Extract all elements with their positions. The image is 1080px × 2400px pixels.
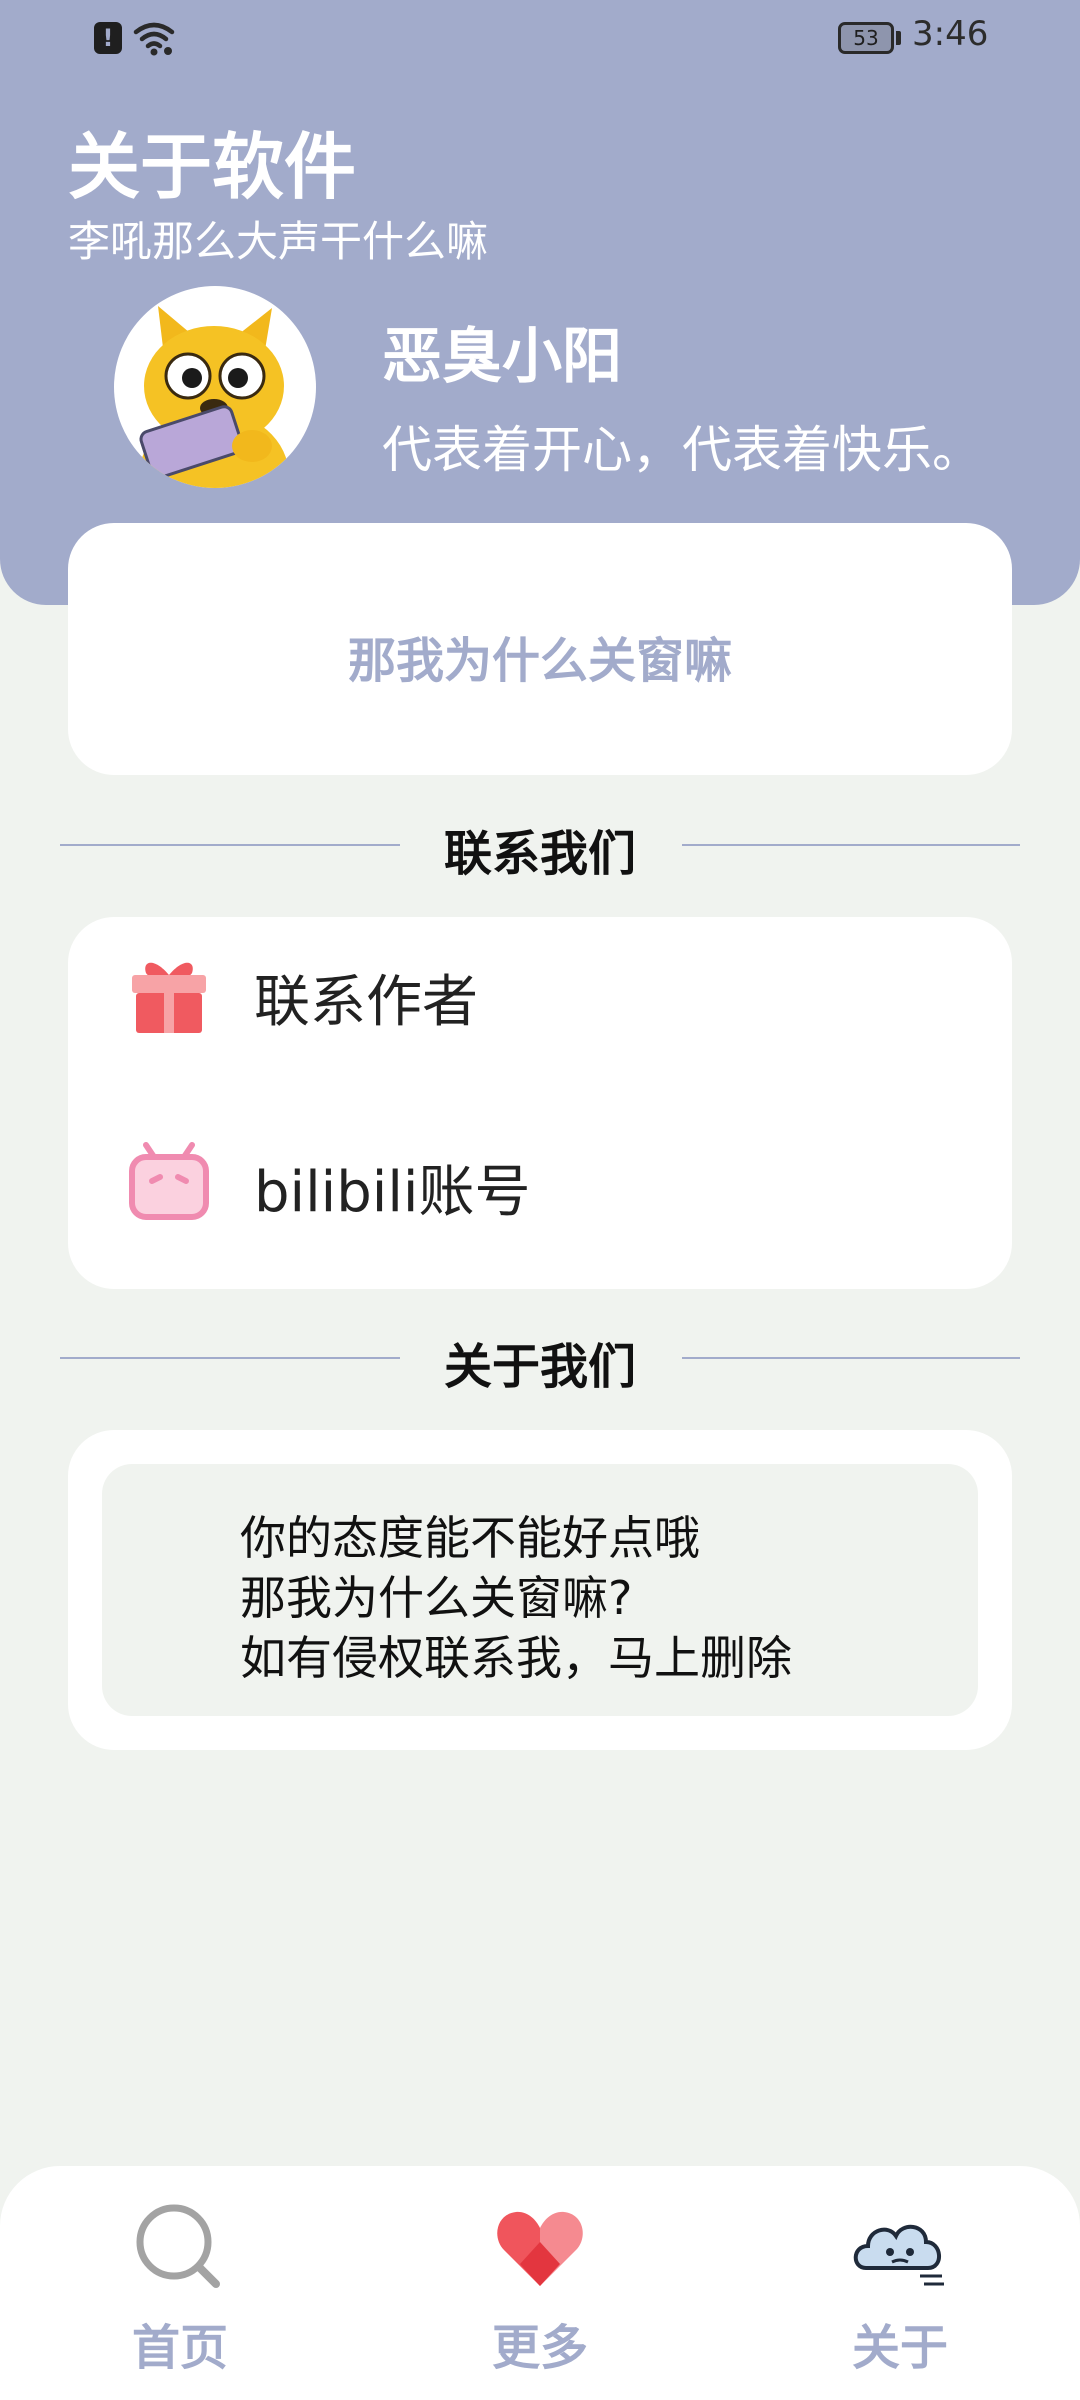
page-title: 关于软件 bbox=[68, 125, 357, 209]
battery-icon: 53 bbox=[838, 22, 894, 54]
about-text-box: 你的态度能不能好点哦 那我为什么关窗嘛? 如有侵权联系我，马上删除 bbox=[102, 1464, 978, 1716]
cloud-icon bbox=[853, 2225, 944, 2286]
gift-icon bbox=[132, 962, 206, 1033]
divider-right bbox=[682, 844, 1020, 846]
about-line: 那我为什么关窗嘛? bbox=[240, 1571, 633, 1625]
contact-author-label: 联系作者 bbox=[254, 970, 478, 1035]
profile-name: 恶臭小阳 bbox=[382, 322, 622, 392]
search-icon bbox=[136, 2204, 220, 2288]
page-subtitle: 李吼那么大声干什么嘛 bbox=[68, 217, 489, 266]
nav-home-label: 首页 bbox=[131, 2320, 228, 2376]
section-title-about: 关于我们 bbox=[443, 1339, 636, 1395]
avatar[interactable] bbox=[114, 286, 316, 488]
battery-tip bbox=[896, 31, 901, 45]
clock: 3:46 bbox=[912, 14, 989, 54]
nav-about[interactable]: 关于 bbox=[720, 2166, 1080, 2400]
profile-motto: 代表着开心，代表着快乐。 bbox=[382, 421, 982, 479]
quote-card: 那我为什么关窗嘛 bbox=[68, 523, 1012, 775]
quote-text: 那我为什么关窗嘛 bbox=[347, 633, 732, 689]
bilibili-account-label: bilibili账号 bbox=[254, 1160, 531, 1225]
contact-author-item[interactable]: 联系作者 bbox=[68, 917, 1012, 1067]
bilibili-tv-icon bbox=[129, 1142, 209, 1220]
nav-about-label: 关于 bbox=[851, 2320, 948, 2376]
bilibili-account-item[interactable]: bilibili账号 bbox=[68, 1107, 1012, 1257]
nav-more-label: 更多 bbox=[491, 2320, 588, 2376]
status-bar: ! 53 3:46 bbox=[0, 0, 1080, 80]
about-line: 如有侵权联系我，马上删除 bbox=[240, 1631, 792, 1685]
section-title-contact: 联系我们 bbox=[443, 826, 636, 882]
heart-icon bbox=[497, 2211, 583, 2286]
about-card: 你的态度能不能好点哦 那我为什么关窗嘛? 如有侵权联系我，马上删除 bbox=[68, 1430, 1012, 1750]
divider-right bbox=[682, 1357, 1020, 1359]
wifi-icon bbox=[133, 22, 175, 56]
cat-avatar-image bbox=[139, 306, 289, 488]
sim-alert-icon: ! bbox=[94, 22, 122, 54]
contact-card: 联系作者 bilibili账号 bbox=[68, 917, 1012, 1289]
nav-more[interactable]: 更多 bbox=[360, 2166, 720, 2400]
bottom-navigation: 首页 更多 关于 bbox=[0, 2166, 1080, 2400]
about-line: 你的态度能不能好点哦 bbox=[240, 1511, 700, 1565]
nav-home[interactable]: 首页 bbox=[0, 2166, 360, 2400]
